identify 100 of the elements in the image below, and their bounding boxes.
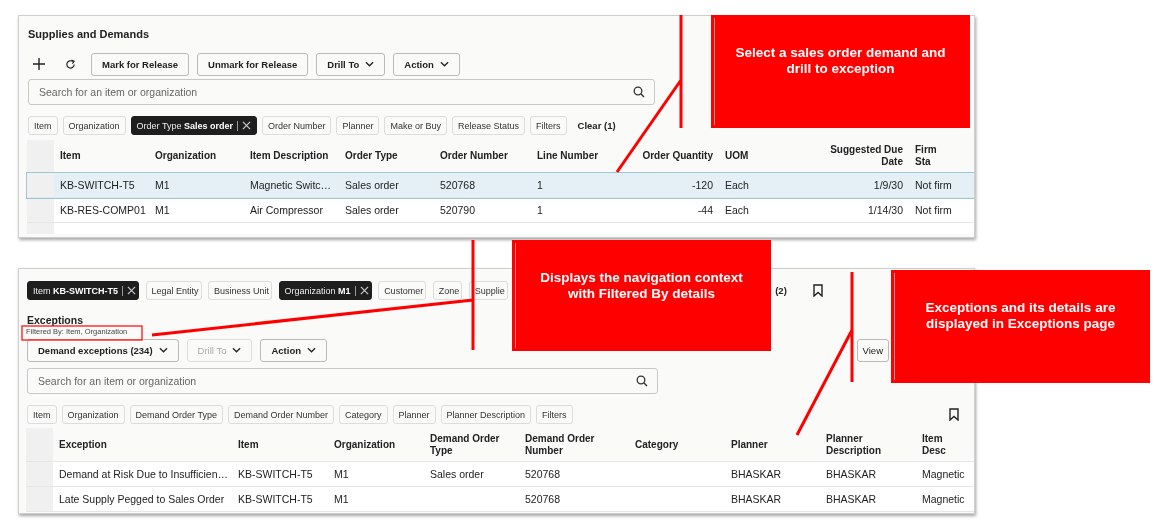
filter-chip[interactable]: Planner <box>336 116 380 135</box>
callout-box: Exceptions and its details are displayed in Exceptions page <box>891 270 1150 383</box>
row-header-cell <box>26 487 53 511</box>
filter-chip[interactable]: Item <box>28 116 58 135</box>
table-cell: 1 <box>537 179 543 191</box>
filter-chip[interactable]: Customer <box>378 281 427 300</box>
column-header: Item <box>59 150 82 162</box>
chevron-down-icon <box>232 347 242 353</box>
column-header: Planner Description <box>825 432 882 457</box>
menu-button[interactable]: Action <box>393 52 460 76</box>
view-button[interactable]: View <box>856 338 889 362</box>
table-cell: Demand at Risk Due to Insufficien… <box>59 468 229 480</box>
callout-box: Displays the navigation context with Filtered By details <box>512 240 771 351</box>
column-header: Planner <box>730 438 769 451</box>
close-icon[interactable] <box>127 286 136 295</box>
filter-chip[interactable]: Zone <box>432 281 463 300</box>
filter-chip[interactable]: Demand Order Number <box>227 405 334 424</box>
table-row[interactable]: Demand at Risk Due to Insufficien… KB-SWITCH-T5 M1 Sales order 520768 BHASKAR BHASKAR Magnetic <box>26 462 974 487</box>
column-header: Demand Order Number <box>524 432 596 457</box>
filter-chip[interactable]: Organization M1 <box>278 281 372 300</box>
search-field[interactable]: Search for an item or organization <box>27 368 658 394</box>
table-cell: 520790 <box>440 204 476 216</box>
column-header: Category <box>634 438 680 451</box>
table-cell: BHASKAR <box>826 493 877 505</box>
row-header-cell <box>27 198 54 222</box>
filter-chip[interactable]: Legal Entity <box>145 281 202 300</box>
column-header: Item Desc <box>921 432 947 457</box>
filter-chip[interactable]: Order Number <box>261 116 332 135</box>
column-header: Line Number <box>536 150 600 162</box>
filter-chip[interactable]: Item KB-SWITCH-T5 <box>27 281 139 300</box>
table-cell: KB-SWITCH-T5 <box>238 493 313 505</box>
filter-chip[interactable]: Organization <box>61 405 125 424</box>
close-icon[interactable] <box>241 121 251 130</box>
column-header: Organization <box>333 438 397 451</box>
menu-button[interactable]: Drill To <box>316 52 386 76</box>
clear-link[interactable]: (2) <box>775 285 787 296</box>
filter-chip[interactable]: Order Type Sales order <box>130 116 257 135</box>
chevron-down-icon <box>365 61 375 67</box>
filter-chip[interactable]: Release Status <box>452 116 526 135</box>
close-icon[interactable] <box>359 286 369 295</box>
table-cell: M1 <box>334 468 349 480</box>
table-cell: M1 <box>155 204 170 216</box>
menu-button[interactable]: Action <box>260 338 327 362</box>
search-icon[interactable] <box>633 86 645 98</box>
column-header: Item <box>237 438 260 451</box>
row-header-cell <box>27 173 54 197</box>
filter-chip[interactable]: Organization <box>62 116 126 135</box>
filter-chip[interactable]: Demand Order Type <box>129 405 223 424</box>
bookmark-icon[interactable] <box>813 284 824 297</box>
column-header: Order Type <box>344 150 399 162</box>
table-cell: 1 <box>537 204 543 216</box>
bookmark-icon[interactable] <box>949 408 959 421</box>
chevron-down-icon <box>307 347 316 353</box>
search-field[interactable]: Search for an item or organization <box>28 79 655 105</box>
toolbar-button[interactable]: Mark for Release <box>91 52 190 76</box>
menu-button[interactable]: Demand exceptions (234) <box>27 338 179 362</box>
filter-chip[interactable]: Planner Description <box>440 405 532 424</box>
table-cell: Each <box>725 179 749 191</box>
column-header: Item Description <box>249 150 330 162</box>
refresh-icon[interactable] <box>65 58 76 70</box>
filter-chip[interactable]: Business Unit <box>208 281 273 300</box>
table-cell: Magnetic <box>922 493 965 505</box>
table-cell: Not firm <box>915 204 952 216</box>
table-cell: KB-SWITCH-T5 <box>60 179 135 191</box>
column-header: Organization <box>154 150 218 162</box>
table-cell: KB-RES-COMP01 <box>60 204 146 216</box>
filter-chip[interactable]: Item <box>27 405 57 424</box>
table-cell: Not firm <box>915 179 952 191</box>
table-cell: KB-SWITCH-T5 <box>238 468 313 480</box>
add-icon[interactable] <box>33 58 45 70</box>
clear-link[interactable]: Clear (1) <box>577 120 616 131</box>
table-cell: Magnetic Switc… <box>250 179 332 191</box>
column-header: UOM <box>724 150 750 162</box>
table-cell: 520768 <box>525 493 561 505</box>
table-row[interactable]: KB-SWITCH-T5 M1 Magnetic Switc… Sales order 520768 1 -120 Each 1/9/30 Not firm <box>27 173 974 198</box>
filter-chip[interactable]: Filters <box>530 116 567 135</box>
toolbar-button[interactable]: Unmark for Release <box>197 52 309 76</box>
table-cell: 520768 <box>440 179 476 191</box>
search-icon[interactable] <box>636 375 648 387</box>
table-cell: Late Supply Pegged to Sales Order <box>59 493 225 505</box>
column-header: Firm Sta <box>914 144 938 168</box>
table-cell: Magnetic <box>922 468 965 480</box>
column-header: Exception <box>58 438 108 451</box>
table-cell: BHASKAR <box>731 493 782 505</box>
filter-chip[interactable]: Category <box>338 405 388 424</box>
table-cell: Sales order <box>345 179 399 191</box>
panel-title: Exceptions <box>27 314 84 326</box>
table-cell: BHASKAR <box>826 468 877 480</box>
filter-chip[interactable]: Filters <box>536 405 573 424</box>
table-row[interactable]: Late Supply Pegged to Sales Order KB-SWITCH-T5 M1 520768 BHASKAR BHASKAR Magnetic <box>26 487 974 512</box>
table-cell: Each <box>725 204 749 216</box>
table-cell: Air Compressor <box>250 204 323 216</box>
chevron-down-icon <box>439 61 449 67</box>
table-cell: Sales order <box>345 204 399 216</box>
filter-chip[interactable]: Make or Buy <box>384 116 447 135</box>
table-row[interactable]: KB-RES-COMP01 M1 Air Compressor Sales order 520790 1 -44 Each 1/14/30 Not firm <box>27 198 974 223</box>
table-cell: 1/9/30 <box>873 179 903 191</box>
table-cell: BHASKAR <box>731 468 782 480</box>
filter-chip[interactable]: Planner <box>392 405 436 424</box>
column-header: Order Number <box>439 150 509 162</box>
